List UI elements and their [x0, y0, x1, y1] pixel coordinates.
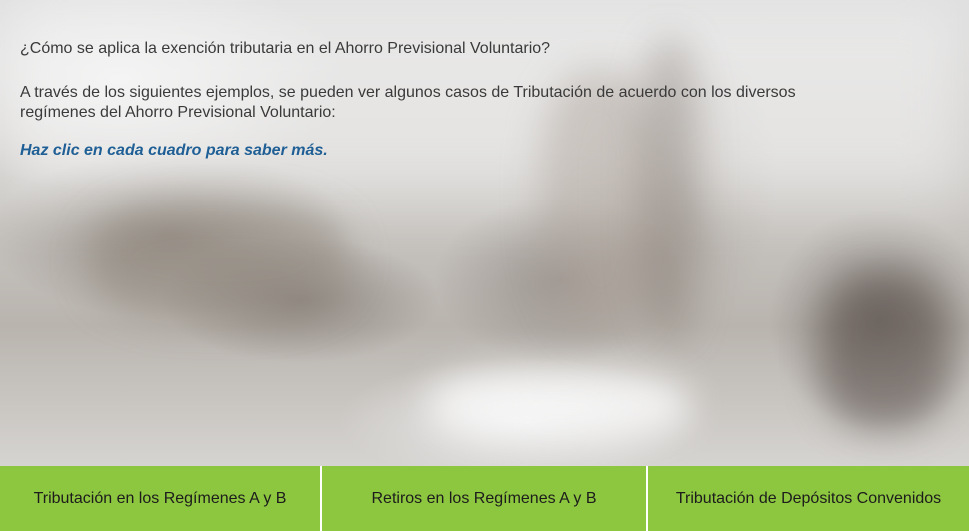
tab-label: Tributación en los Regímenes A y B — [33, 489, 287, 507]
question-heading: ¿Cómo se aplica la exención tributaria e… — [20, 40, 551, 57]
tab-tributacion-regimenes[interactable]: Tributación en los Regímenes A y B — [0, 466, 322, 531]
tab-label: Retiros en los Regímenes A y B — [371, 489, 597, 507]
topic-tabs: Tributación en los Regímenes A y B Retir… — [0, 466, 969, 531]
tab-depositos-convenidos[interactable]: Tributación de Depósitos Convenidos — [648, 466, 969, 531]
click-instruction: Haz clic en cada cuadro para saber más. — [20, 142, 328, 159]
intro-content: ¿Cómo se aplica la exención tributaria e… — [20, 39, 920, 161]
tab-label: Tributación de Depósitos Convenidos — [675, 489, 942, 507]
intro-paragraph: A través de los siguientes ejemplos, se … — [20, 83, 920, 123]
tab-retiros-regimenes[interactable]: Retiros en los Regímenes A y B — [322, 466, 648, 531]
intro-line-1: A través de los siguientes ejemplos, se … — [20, 84, 796, 101]
intro-line-2: regímenes del Ahorro Previsional Volunta… — [20, 104, 336, 121]
